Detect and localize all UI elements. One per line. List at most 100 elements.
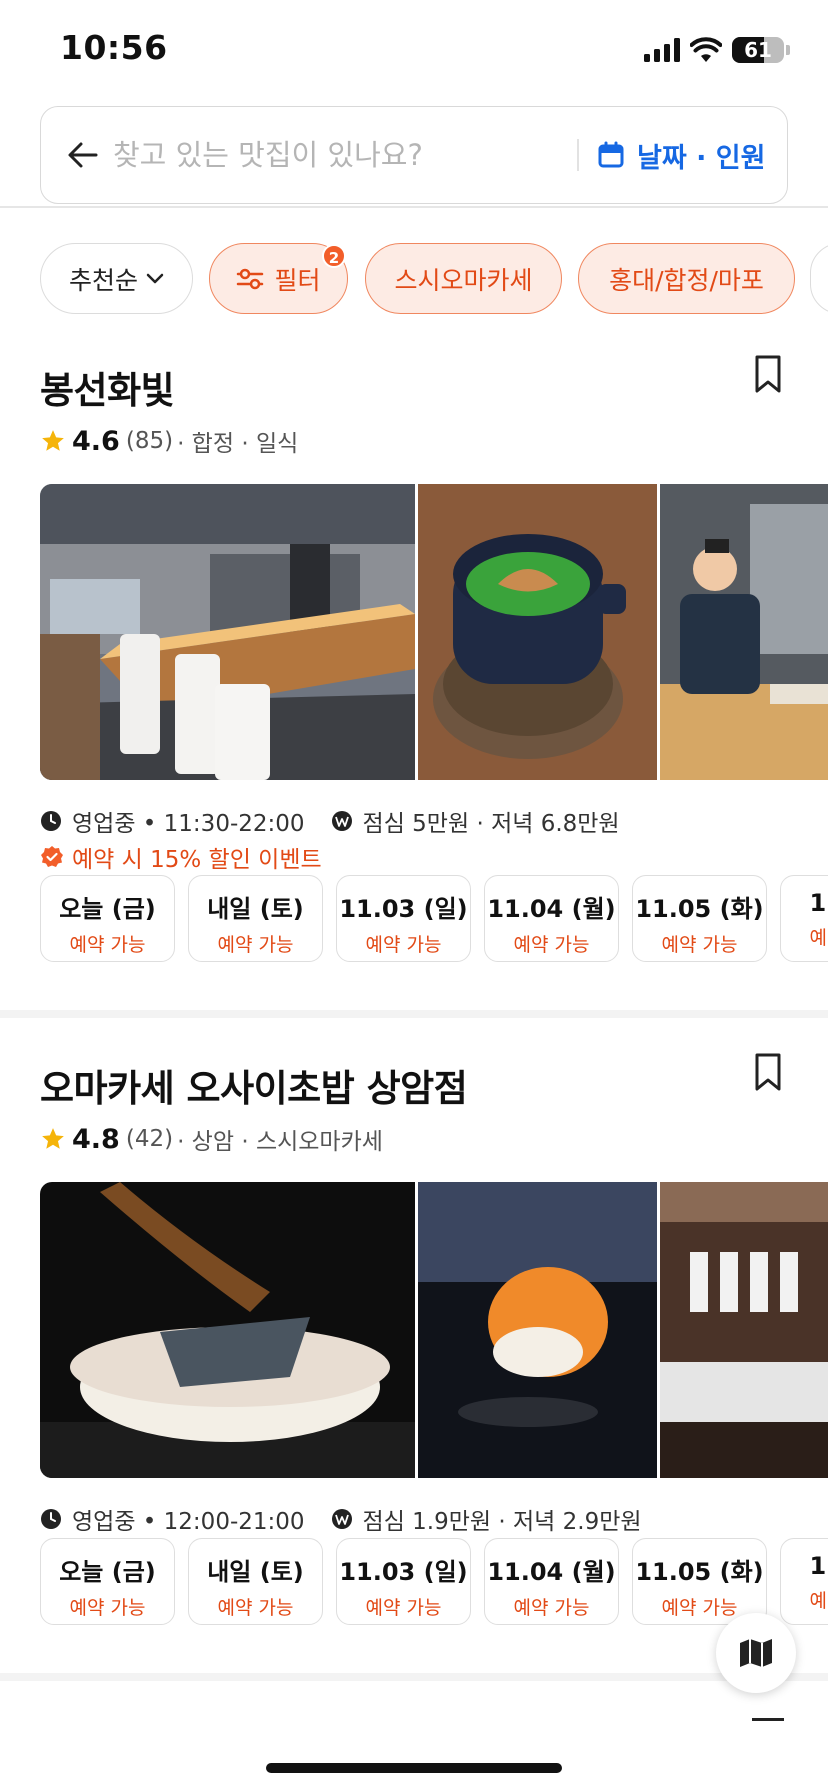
clock-icon bbox=[41, 1509, 61, 1529]
map-view-button[interactable] bbox=[716, 1613, 796, 1693]
category-chip-label: 스시오마카세 bbox=[394, 265, 533, 295]
date-slot[interactable]: 11.05 (화) 예약 가능 bbox=[632, 1538, 767, 1625]
review-count: (85) bbox=[125, 428, 174, 454]
date-label: 11.04 (월) bbox=[487, 1558, 616, 1586]
filter-chip-label: 필터 bbox=[274, 265, 321, 295]
won-icon bbox=[331, 811, 352, 831]
sliders-icon bbox=[237, 268, 264, 289]
date-label: 11.04 (월) bbox=[487, 895, 616, 923]
date-label: 11.06 bbox=[809, 889, 828, 917]
date-slot[interactable]: 11.04 (월) 예약 가능 bbox=[484, 1538, 619, 1625]
status-time: 10:56 bbox=[60, 28, 168, 67]
photo-chef[interactable] bbox=[660, 484, 828, 780]
area-chip[interactable]: 홍대/합정/마포 bbox=[578, 243, 795, 314]
calendar-icon bbox=[598, 141, 624, 168]
date-availability-row: 오늘 (금) 예약 가능 내일 (토) 예약 가능 11.03 (일) 예약 가능 1… bbox=[40, 1538, 828, 1626]
date-label: 내일 (토) bbox=[207, 895, 304, 923]
status-icons: 61 bbox=[644, 34, 790, 66]
filter-count-badge: 2 bbox=[322, 244, 346, 268]
date-label: 11.05 (화) bbox=[635, 1558, 764, 1586]
date-slot[interactable]: 11.06 예약 가능 bbox=[780, 1538, 828, 1625]
restaurant-meta: · 상암 · 스시오마카세 bbox=[177, 1129, 383, 1155]
bookmark-icon[interactable] bbox=[752, 1052, 784, 1092]
section-divider bbox=[0, 1010, 828, 1018]
date-label: 오늘 (금) bbox=[59, 1558, 156, 1586]
business-hours: 영업중 • 12:00-21:00 bbox=[72, 1509, 305, 1535]
status-bar: 10:56 61 bbox=[0, 0, 828, 100]
chevron-down-icon bbox=[146, 273, 164, 283]
date-slot[interactable]: 오늘 (금) 예약 가능 bbox=[40, 875, 175, 962]
date-status: 예약 가능 bbox=[513, 1597, 590, 1619]
date-status: 예약 가능 bbox=[661, 934, 738, 956]
date-slot[interactable]: 11.03 (일) 예약 가능 bbox=[336, 875, 471, 962]
date-slot[interactable]: 11.03 (일) 예약 가능 bbox=[336, 1538, 471, 1625]
price-range: 점심 5만원 · 저녁 6.8만원 bbox=[362, 811, 620, 837]
header-divider bbox=[0, 206, 828, 208]
hours-price-row: 영업중 • 11:30-22:00 점심 5만원 · 저녁 6.8만원 bbox=[40, 804, 620, 838]
search-input[interactable]: 찾고 있는 맛집이 있나요? bbox=[113, 107, 423, 203]
date-label: 오늘 (금) bbox=[59, 895, 156, 923]
search-bar[interactable]: 찾고 있는 맛집이 있나요? 날짜 · 인원 bbox=[40, 106, 788, 204]
date-status: 예약 가능 bbox=[69, 1597, 146, 1619]
category-chip[interactable]: 스시오마카세 bbox=[365, 243, 562, 314]
search-divider bbox=[577, 139, 579, 171]
date-status: 예약 가능 bbox=[217, 934, 294, 956]
date-status: 예약 가능 bbox=[217, 1597, 294, 1619]
star-icon bbox=[42, 430, 64, 451]
date-status: 예약 가능 bbox=[809, 927, 828, 949]
restaurant-meta: · 합정 · 일식 bbox=[177, 431, 299, 457]
date-slot[interactable]: 11.06 예약 가능 bbox=[780, 875, 828, 962]
date-people-button[interactable]: 날짜 · 인원 bbox=[597, 131, 765, 179]
section-divider bbox=[0, 1673, 828, 1681]
date-people-label: 날짜 · 인원 bbox=[637, 142, 766, 174]
star-icon bbox=[42, 1128, 64, 1149]
date-label: 11.03 (일) bbox=[339, 895, 468, 923]
battery-tip bbox=[786, 45, 790, 55]
restaurant-name[interactable]: 오마카세 오사이초밥 상암점 bbox=[40, 1058, 468, 1112]
won-icon bbox=[331, 1509, 352, 1529]
map-icon bbox=[740, 1639, 772, 1667]
event-text: 예약 시 15% 할인 이벤트 bbox=[72, 847, 322, 873]
date-status: 예약 가능 bbox=[809, 1590, 828, 1612]
price-range: 점심 1.9만원 · 저녁 2.9만원 bbox=[362, 1509, 642, 1535]
restaurant-name[interactable]: 봉선화빛 bbox=[40, 360, 175, 414]
discount-badge-icon bbox=[41, 846, 63, 867]
date-slot[interactable]: 11.04 (월) 예약 가능 bbox=[484, 875, 619, 962]
date-slot[interactable]: 오늘 (금) 예약 가능 bbox=[40, 1538, 175, 1625]
rating-row: 4.8 (42) · 상암 · 스시오마카세 bbox=[40, 1122, 383, 1156]
date-label: 11.05 (화) bbox=[635, 895, 764, 923]
photo-nigiri[interactable] bbox=[40, 1182, 415, 1478]
date-status: 예약 가능 bbox=[513, 934, 590, 956]
date-label: 11.06 bbox=[809, 1552, 828, 1580]
photo-carousel[interactable] bbox=[40, 1182, 828, 1478]
photo-interior[interactable] bbox=[40, 484, 415, 780]
business-hours: 영업중 • 11:30-22:00 bbox=[72, 811, 305, 837]
home-indicator[interactable] bbox=[266, 1763, 562, 1773]
sort-chip[interactable]: 추천순 bbox=[40, 243, 193, 314]
rating-value: 4.6 bbox=[72, 425, 120, 457]
battery-level: 61 bbox=[744, 38, 772, 62]
review-count: (42) bbox=[125, 1126, 174, 1152]
photo-dish[interactable] bbox=[418, 484, 657, 780]
wifi-icon bbox=[690, 37, 722, 62]
photo-shrimp[interactable] bbox=[418, 1182, 657, 1478]
next-card-bookmark-peek bbox=[752, 1718, 784, 1726]
back-arrow-icon[interactable] bbox=[63, 135, 103, 175]
bookmark-icon[interactable] bbox=[752, 354, 784, 394]
date-status: 예약 가능 bbox=[69, 934, 146, 956]
filter-chip-row: 추천순 필터 스시오마카세 홍대/합정/마포 bbox=[40, 243, 828, 315]
date-slot[interactable]: 내일 (토) 예약 가능 bbox=[188, 1538, 323, 1625]
rating-row: 4.6 (85) · 합정 · 일식 bbox=[40, 424, 298, 458]
photo-carousel[interactable] bbox=[40, 484, 828, 780]
date-slot[interactable]: 11.05 (화) 예약 가능 bbox=[632, 875, 767, 962]
rating-value: 4.8 bbox=[72, 1123, 120, 1155]
date-status: 예약 가능 bbox=[365, 1597, 442, 1619]
photo-dining-room[interactable] bbox=[660, 1182, 828, 1478]
clock-icon bbox=[41, 811, 61, 831]
hours-price-row: 영업중 • 12:00-21:00 점심 1.9만원 · 저녁 2.9만원 bbox=[40, 1502, 642, 1536]
area-chip-label: 홍대/합정/마포 bbox=[609, 265, 764, 295]
date-slot[interactable]: 내일 (토) 예약 가능 bbox=[188, 875, 323, 962]
more-chip[interactable] bbox=[810, 243, 828, 314]
date-status: 예약 가능 bbox=[365, 934, 442, 956]
sort-chip-label: 추천순 bbox=[68, 265, 138, 295]
